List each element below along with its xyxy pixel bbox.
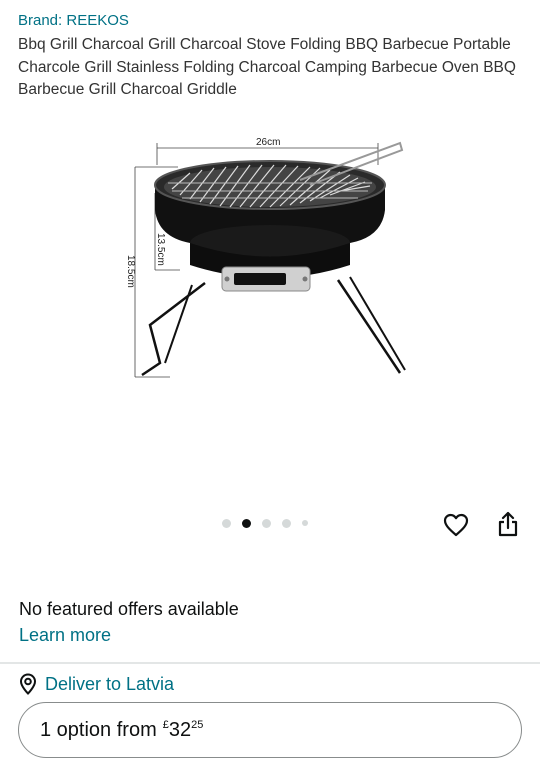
location-pin-icon: [19, 673, 37, 695]
share-button[interactable]: [494, 509, 522, 539]
product-image[interactable]: 26cm 18.5cm 13.5cm: [110, 125, 430, 395]
carousel-dot[interactable]: [222, 518, 231, 528]
no-offers-message: No featured offers available: [19, 599, 239, 619]
dimension-width-label: 26cm: [256, 137, 280, 148]
options-label: 1 option from: [40, 718, 157, 741]
grill-illustration: 26cm 18.5cm 13.5cm: [125, 137, 406, 378]
share-icon: [498, 511, 518, 537]
carousel-dot[interactable]: [262, 518, 271, 528]
favorite-button[interactable]: [442, 511, 470, 539]
carousel-dot-active[interactable]: [242, 518, 251, 528]
option-price: £32 25: [163, 719, 204, 741]
heart-icon: [443, 513, 469, 537]
learn-more-link[interactable]: Learn more: [19, 625, 111, 646]
carousel-dot[interactable]: [302, 520, 308, 526]
price-currency: £: [162, 719, 169, 731]
brand-link[interactable]: Brand: REEKOS: [18, 12, 129, 29]
deliver-to-link[interactable]: Deliver to Latvia: [18, 672, 174, 696]
product-title: Bbq Grill Charcoal Grill Charcoal Stove …: [18, 36, 516, 98]
dimension-inner-height-label: 13.5cm: [155, 233, 166, 266]
price-whole: 32: [168, 719, 192, 741]
dimension-outer-height-label: 18.5cm: [125, 255, 136, 288]
price-fraction: 25: [191, 719, 204, 731]
options-button[interactable]: 1 option from £32 25: [18, 702, 522, 758]
deliver-to-text: Deliver to Latvia: [45, 673, 175, 694]
carousel-dot[interactable]: [282, 518, 291, 528]
image-carousel-dots[interactable]: [222, 515, 319, 531]
section-divider: [0, 662, 540, 664]
